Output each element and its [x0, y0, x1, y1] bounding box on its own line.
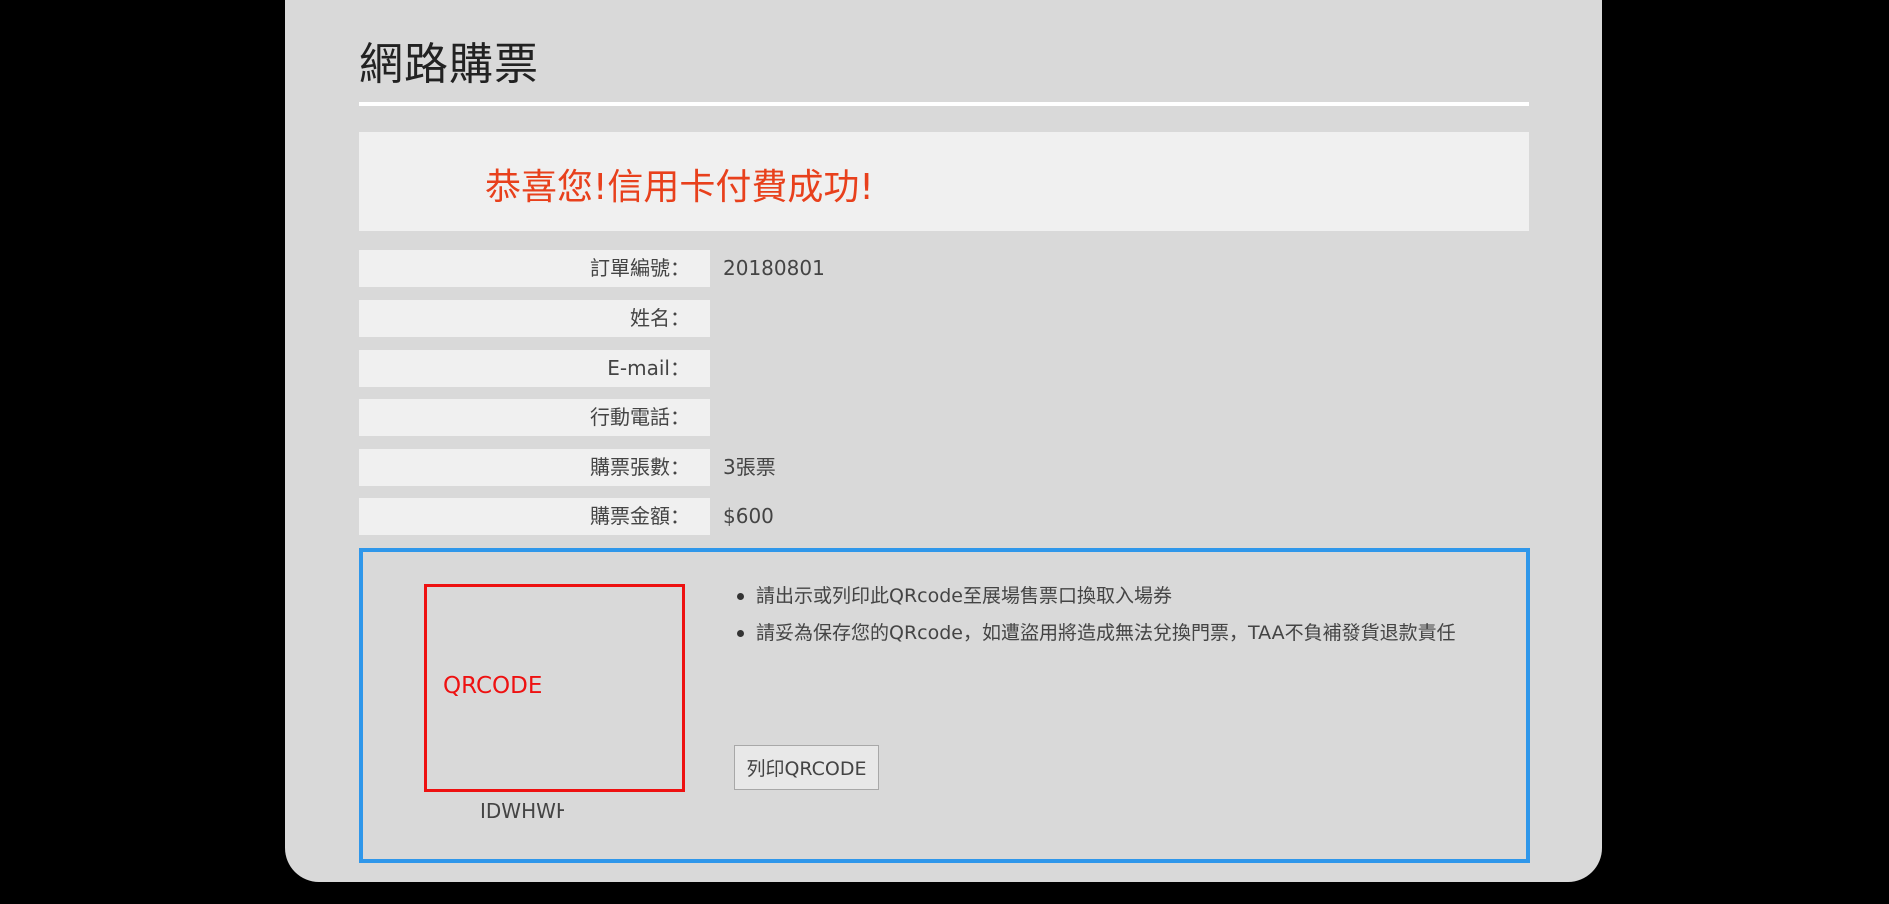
ticket-count-value: 3張票 — [723, 455, 776, 479]
success-banner: 恭喜您!信用卡付費成功! — [359, 132, 1529, 231]
ticket-count-label: 購票張數： — [359, 449, 710, 486]
qrcode-image: QRCODE — [424, 584, 685, 792]
qrcode-id: IDWHWH — [480, 801, 564, 821]
name-label: 姓名： — [359, 300, 710, 337]
qrcode-notes: 請出示或列印此QRcode至展場售票口換取入場券 請妥為保存您的QRcode，如… — [734, 578, 1456, 652]
print-qrcode-button[interactable]: 列印QRCODE — [734, 745, 879, 790]
mobile-label: 行動電話： — [359, 399, 710, 436]
order-number-label: 訂單編號： — [359, 250, 710, 287]
list-item: 請妥為保存您的QRcode，如遭盜用將造成無法兌換門票，TAA不負補發貨退款責任 — [734, 615, 1456, 652]
success-message: 恭喜您!信用卡付費成功! — [485, 167, 874, 208]
note-text: 請出示或列印此QRcode至展場售票口換取入場券 — [756, 585, 1172, 607]
email-label: E-mail： — [359, 350, 710, 387]
bullet-icon — [737, 630, 744, 637]
page-title: 網路購票 — [359, 39, 539, 90]
title-divider — [359, 102, 1529, 106]
qrcode-placeholder: QRCODE — [443, 673, 543, 699]
bullet-icon — [737, 593, 744, 600]
note-text: 請妥為保存您的QRcode，如遭盜用將造成無法兌換門票，TAA不負補發貨退款責任 — [756, 622, 1456, 644]
list-item: 請出示或列印此QRcode至展場售票口換取入場券 — [734, 578, 1456, 615]
ticket-amount-label: 購票金額： — [359, 498, 710, 535]
order-number-value: 20180801 — [723, 256, 825, 280]
qrcode-section: QRCODE IDWHWH 請出示或列印此QRcode至展場售票口換取入場券 請… — [359, 548, 1530, 863]
ticket-amount-value: $600 — [723, 504, 774, 528]
